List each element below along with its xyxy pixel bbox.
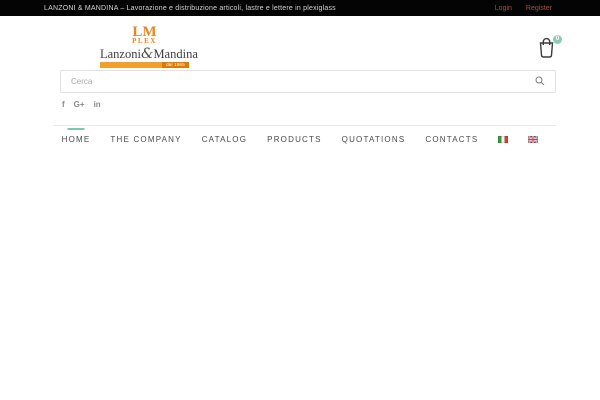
google-plus-icon[interactable]: G+ <box>74 99 85 111</box>
logo-company-name: Lanzoni&Mandina <box>100 46 198 62</box>
main-navigation: HOME THE COMPANY CATALOG PRODUCTS QUOTAT… <box>0 128 600 144</box>
logo-orange-banner: dal 1965 <box>100 62 189 68</box>
shopping-bag-icon <box>537 37 556 62</box>
cart-count-badge: 0 <box>553 35 562 44</box>
social-links: f G+ in <box>62 99 101 111</box>
active-tab-indicator <box>67 128 85 130</box>
nav-item-contacts[interactable]: CONTACTS <box>425 135 478 144</box>
logo-since-label: dal 1965 <box>162 62 189 68</box>
site-logo[interactable]: LM PLEX Lanzoni&Mandina dal 1965 <box>100 25 198 68</box>
logo-ampersand: & <box>140 46 154 62</box>
nav-item-quotations[interactable]: QUOTATIONS <box>342 135 406 144</box>
logo-name-first: Lanzoni <box>100 47 141 61</box>
cart-button[interactable]: 0 <box>537 35 562 62</box>
page: LANZONI & MANDINA – Lavorazione e distri… <box>0 0 600 400</box>
nav-item-catalog[interactable]: CATALOG <box>202 135 247 144</box>
register-link[interactable]: Register <box>526 5 552 12</box>
nav-item-home[interactable]: HOME <box>61 128 91 144</box>
top-bar: LANZONI & MANDINA – Lavorazione e distri… <box>0 0 600 16</box>
nav-item-the-company[interactable]: THE COMPANY <box>110 135 181 144</box>
account-links: Login Register <box>495 5 552 12</box>
facebook-icon[interactable]: f <box>62 99 65 111</box>
nav-divider <box>53 125 556 126</box>
language-italian-flag-icon[interactable] <box>498 136 509 143</box>
site-tagline: LANZONI & MANDINA – Lavorazione e distri… <box>44 4 336 12</box>
nav-item-products[interactable]: PRODUCTS <box>267 135 322 144</box>
logo-plex-text: PLEX <box>132 37 157 45</box>
nav-item-home-label: HOME <box>61 135 91 144</box>
search-input[interactable] <box>61 71 525 92</box>
logo-name-second: Mandina <box>153 47 198 61</box>
search-bar <box>60 70 556 93</box>
search-submit-button[interactable] <box>525 74 555 89</box>
search-icon <box>535 74 545 89</box>
linkedin-icon[interactable]: in <box>94 99 101 111</box>
login-link[interactable]: Login <box>495 5 512 12</box>
language-english-flag-icon[interactable] <box>527 135 539 144</box>
